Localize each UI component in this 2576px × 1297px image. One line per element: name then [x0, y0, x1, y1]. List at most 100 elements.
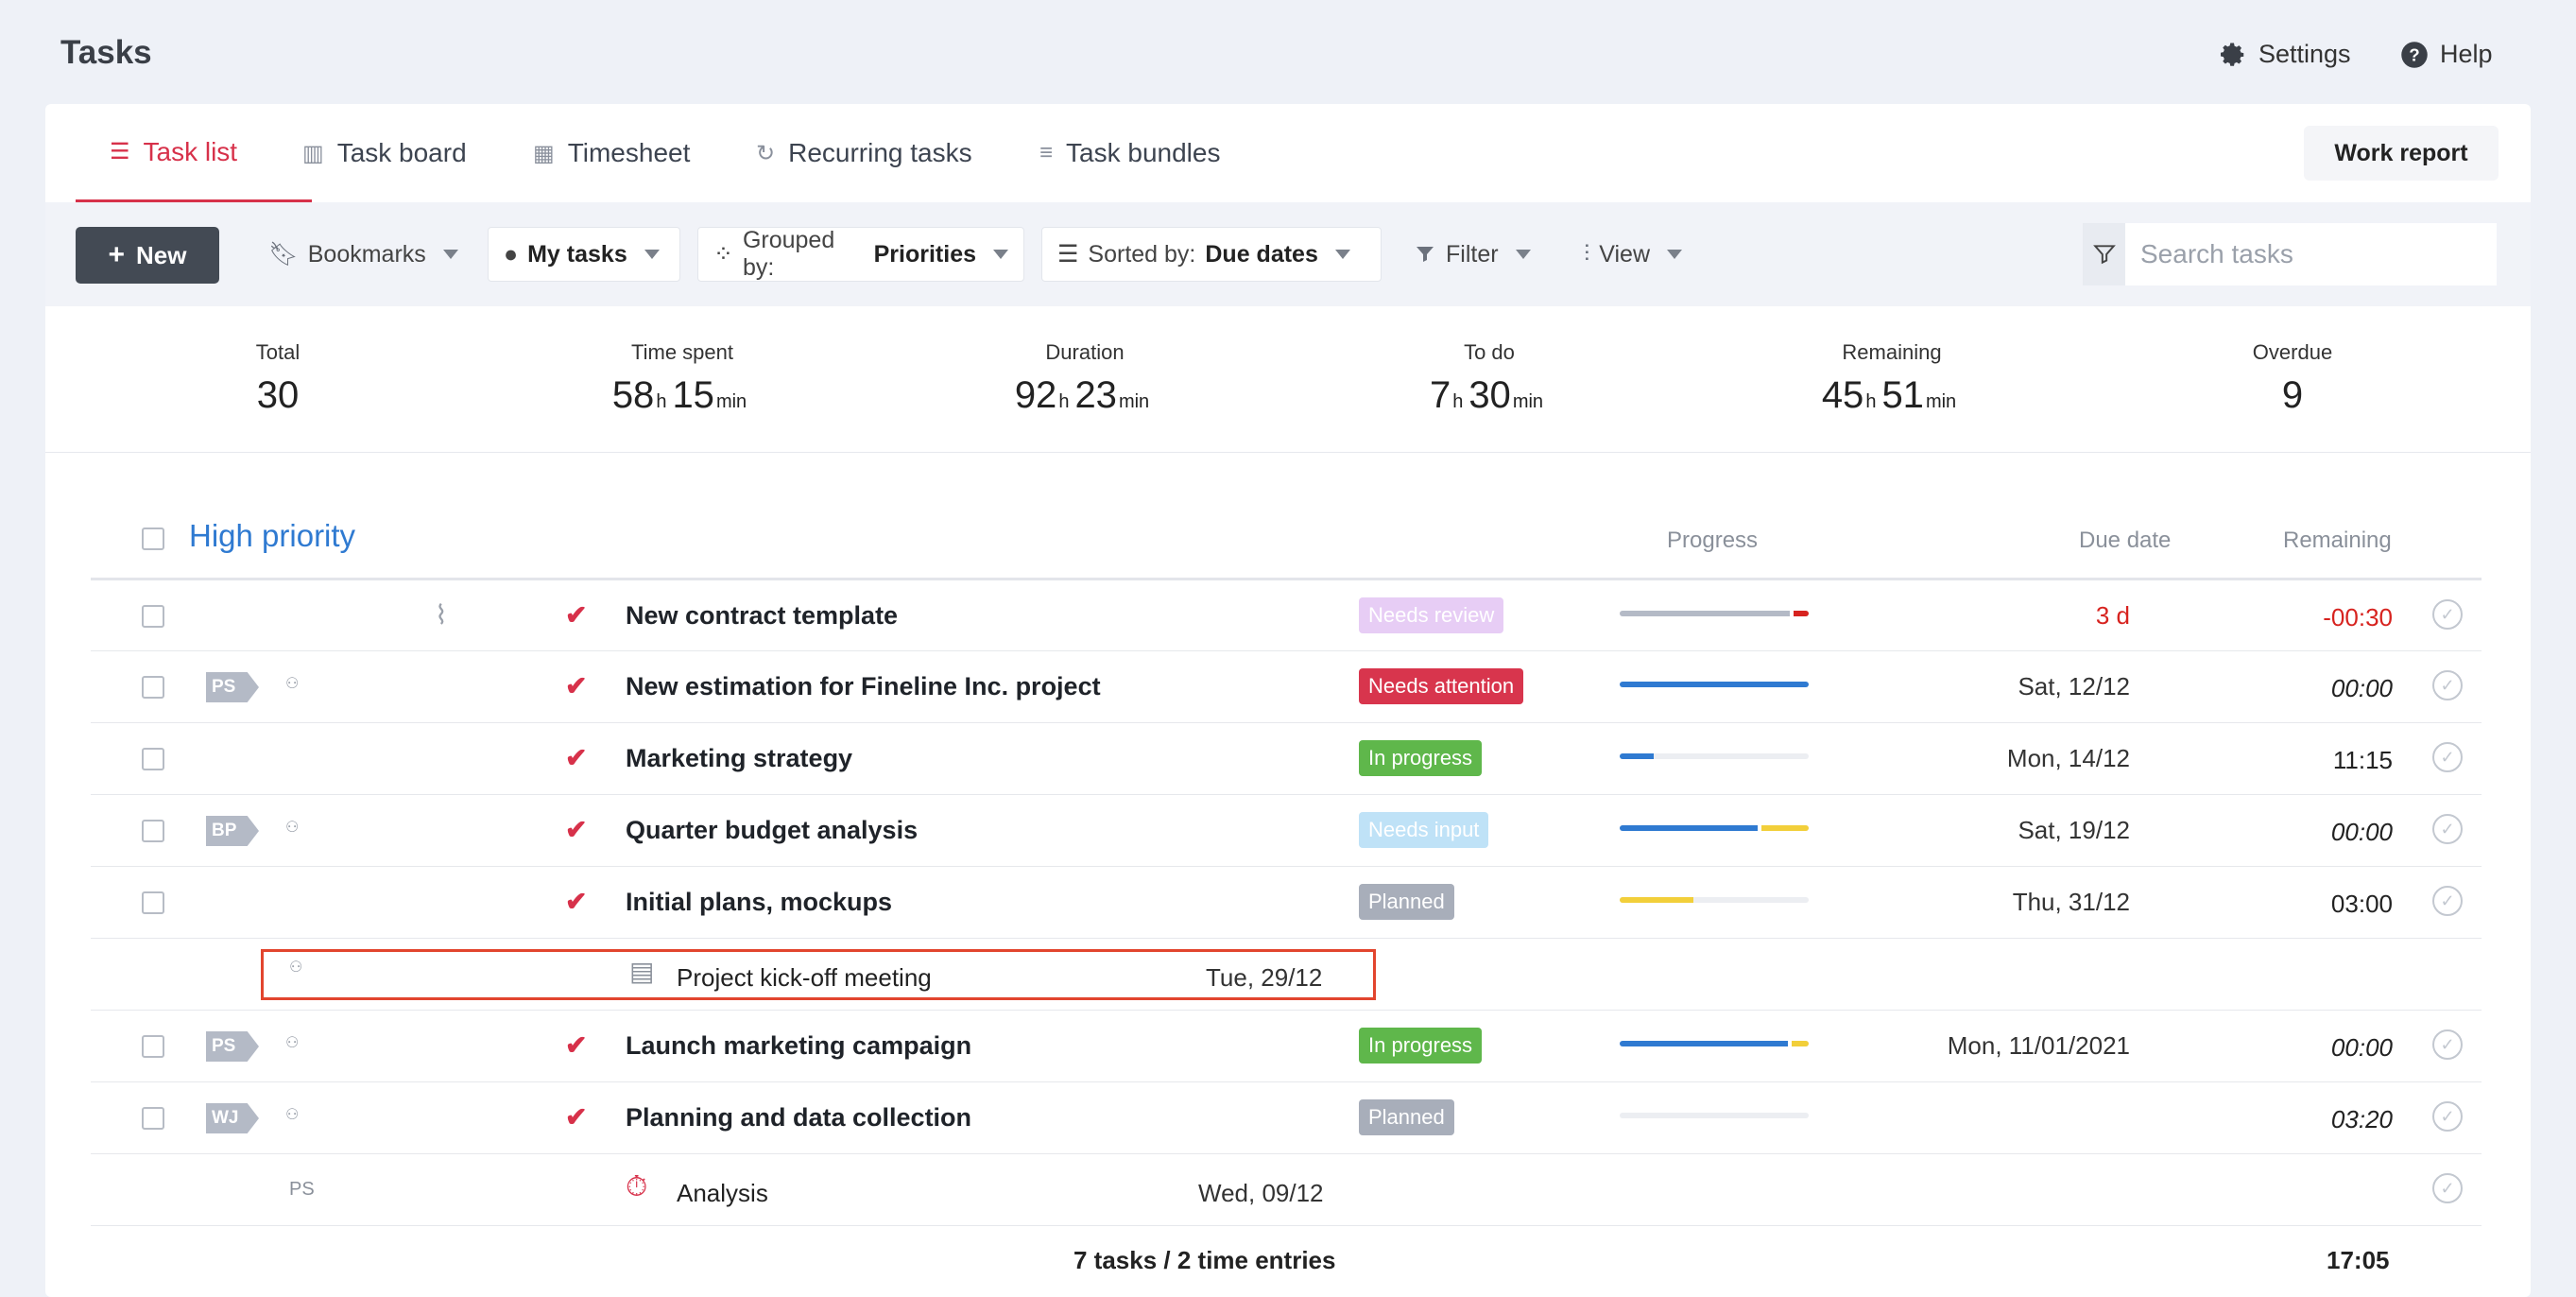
funnel-icon — [1417, 247, 1434, 262]
status-badge[interactable]: Planned — [1359, 884, 1454, 920]
settings-link[interactable]: Settings — [2219, 40, 2351, 69]
unit: h — [1865, 391, 1877, 412]
complete-check-icon[interactable]: ✓ — [2432, 1173, 2463, 1203]
task-row[interactable]: ⌇ ✔ New contract template Needs review 3… — [91, 578, 2482, 652]
complete-check-icon[interactable]: ✓ — [2432, 1101, 2463, 1132]
due-date: Sat, 12/12 — [2018, 672, 2130, 700]
task-row[interactable]: PS ⚇ ✔ Launch marketing campaign In prog… — [91, 1010, 2482, 1082]
stat-total: Total 30 — [136, 340, 420, 417]
group-select-checkbox[interactable] — [142, 527, 164, 550]
stat-value: 30 — [256, 374, 300, 416]
my-tasks-dropdown[interactable]: ● My tasks — [488, 227, 680, 282]
task-row[interactable]: BP ⚇ ✔ Quarter budget analysis Needs inp… — [91, 794, 2482, 867]
row-checkbox[interactable] — [142, 748, 164, 770]
complete-check-icon[interactable]: ✓ — [2432, 886, 2463, 916]
stat-label: Overdue — [2252, 340, 2333, 364]
grouped-by-dropdown[interactable]: ⁘ Grouped by: Priorities — [697, 227, 1024, 282]
checkmark-icon: ✔ — [565, 743, 588, 772]
hours: 92 — [1014, 374, 1057, 416]
stat-value: 9 — [2281, 374, 2304, 416]
task-row[interactable]: ✔ Marketing strategy In progress Mon, 14… — [91, 722, 2482, 795]
column-remaining: Remaining — [2283, 527, 2392, 553]
work-report-button[interactable]: Work report — [2304, 126, 2499, 181]
search-input[interactable] — [2125, 223, 2497, 285]
task-row[interactable]: ✔ Initial plans, mockups Planned Thu, 31… — [91, 866, 2482, 939]
bookmarks-dropdown[interactable]: 🔖︎ Bookmarks — [253, 227, 473, 282]
complete-check-icon[interactable]: ✓ — [2432, 670, 2463, 700]
status-badge[interactable]: Needs input — [1359, 812, 1489, 848]
sorted-by-dropdown[interactable]: ☰ Sorted by: Due dates — [1041, 227, 1382, 282]
status-badge[interactable]: Needs attention — [1359, 668, 1524, 704]
entry-date: Wed, 09/12 — [1198, 1179, 1324, 1207]
task-name: New estimation for Fineline Inc. project — [626, 672, 1101, 700]
due-date: Sat, 19/12 — [2018, 816, 2130, 844]
filter-dropdown[interactable]: Filter — [1399, 227, 1546, 282]
paperclip-icon: ⌇ — [435, 600, 448, 630]
row-checkbox[interactable] — [142, 676, 164, 699]
complete-check-icon[interactable]: ✓ — [2432, 814, 2463, 844]
stat-value: 45 h 51 min — [1750, 374, 2034, 417]
help-link[interactable]: ? Help — [2400, 40, 2493, 69]
tab-task-bundles[interactable]: ≡ Task bundles — [1039, 104, 1220, 202]
tab-task-list[interactable]: ☰ Task list — [76, 104, 312, 202]
team-icon: ⚇ — [285, 820, 300, 836]
funnel-outline-icon — [2092, 245, 2116, 265]
stat-label: Remaining — [1842, 340, 1942, 364]
progress-fill — [1620, 897, 1693, 903]
column-progress: Progress — [1667, 527, 1759, 553]
task-row[interactable]: PS ⚇ ✔ New estimation for Fineline Inc. … — [91, 650, 2482, 723]
sliders-icon: ⫶ — [1584, 240, 1590, 268]
progress-bar — [1620, 1041, 1809, 1046]
row-checkbox[interactable] — [142, 891, 164, 914]
search-filter-button[interactable] — [2083, 223, 2125, 285]
progress-overrun — [1792, 1041, 1809, 1046]
progress-bar — [1620, 611, 1809, 616]
unit: h — [656, 391, 667, 412]
progress-bar — [1620, 897, 1809, 903]
complete-check-icon[interactable]: ✓ — [2432, 1029, 2463, 1060]
stat-label: To do — [1464, 340, 1515, 364]
row-checkbox[interactable] — [142, 1107, 164, 1130]
remaining-time: 00:00 — [2330, 818, 2393, 846]
new-task-button[interactable]: + New — [76, 227, 219, 284]
task-row[interactable]: WJ ⚇ ✔ Planning and data collection Plan… — [91, 1081, 2482, 1154]
view-dropdown[interactable]: ⫶ View — [1569, 227, 1697, 282]
tab-task-board[interactable]: ▥ Task board — [302, 104, 467, 202]
time-entry-row[interactable]: PS ⏱︎ Analysis Wed, 09/12 ✓ — [91, 1153, 2482, 1226]
stat-label: Duration — [1045, 340, 1125, 364]
complete-check-icon[interactable]: ✓ — [2432, 599, 2463, 630]
progress-bar — [1620, 1113, 1809, 1118]
team-icon: ⚇ — [285, 676, 300, 692]
team-icon: ⚇ — [285, 1035, 300, 1051]
due-date: 3 d — [2095, 601, 2130, 630]
task-name: Planning and data collection — [626, 1103, 972, 1132]
complete-check-icon[interactable]: ✓ — [2432, 742, 2463, 772]
checkmark-icon: ✔ — [565, 600, 588, 630]
help-icon: ? — [2401, 41, 2428, 68]
minutes: 15 — [672, 374, 714, 416]
row-checkbox[interactable] — [142, 820, 164, 842]
row-checkbox[interactable] — [142, 1035, 164, 1058]
unit: min — [1925, 391, 1957, 412]
status-badge[interactable]: Planned — [1359, 1099, 1454, 1135]
view-label: View — [1599, 240, 1651, 268]
highlight-box — [261, 949, 1376, 1000]
status-badge[interactable]: In progress — [1359, 1028, 1483, 1064]
checkmark-icon: ✔ — [565, 1030, 588, 1060]
tab-timesheet[interactable]: ▦ Timesheet — [533, 104, 690, 202]
remaining-time: 00:00 — [2330, 1033, 2393, 1062]
group-icon: ⁘ — [713, 241, 733, 268]
my-tasks-label: My tasks — [527, 240, 627, 268]
status-badge[interactable]: In progress — [1359, 740, 1483, 776]
row-checkbox[interactable] — [142, 605, 164, 628]
progress-bar — [1620, 682, 1809, 687]
tab-label: Timesheet — [567, 138, 691, 167]
sorted-prefix: Sorted by: — [1088, 240, 1196, 268]
assignee-initials: PS — [206, 1031, 259, 1062]
remaining-time: 00:00 — [2330, 674, 2393, 702]
tab-recurring-tasks[interactable]: ↻ Recurring tasks — [756, 104, 972, 202]
stat-overdue: Overdue 9 — [2151, 340, 2434, 417]
hours: 7 — [1429, 374, 1451, 416]
divider — [45, 452, 2531, 453]
status-badge[interactable]: Needs review — [1359, 597, 1504, 633]
